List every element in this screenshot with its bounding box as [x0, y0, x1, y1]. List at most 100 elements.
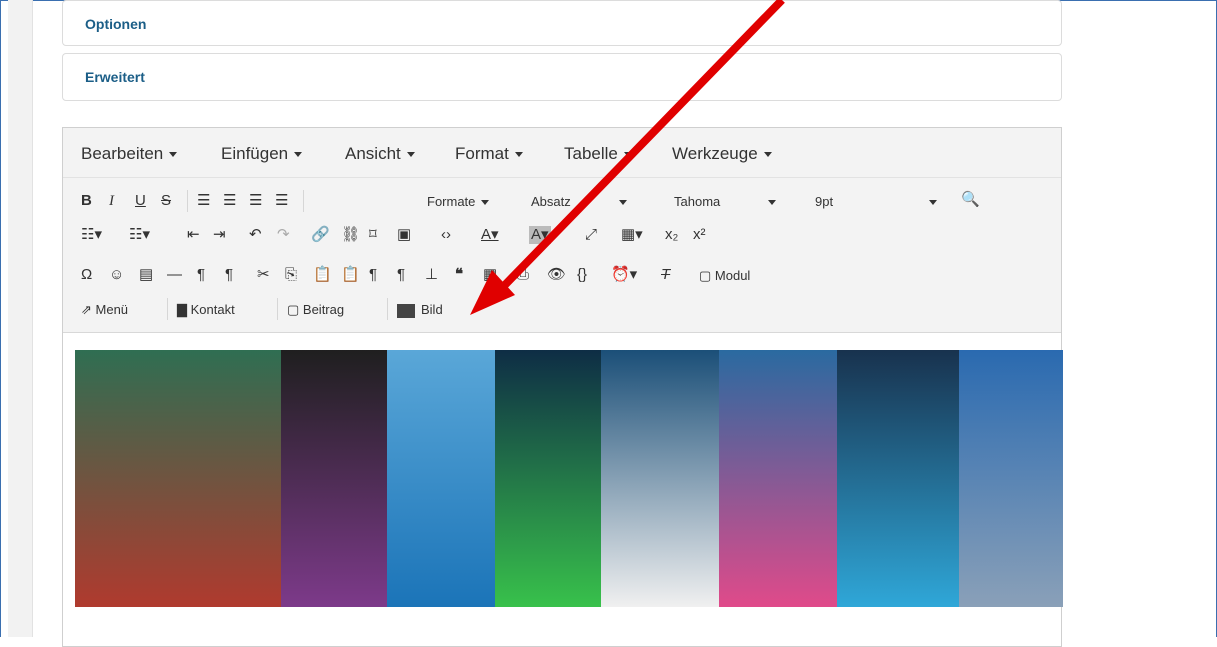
toolbar-separator	[277, 298, 278, 320]
template-icon[interactable]: ▦	[483, 266, 497, 284]
menu-format[interactable]: Format	[455, 144, 523, 164]
chevron-down-icon	[763, 152, 772, 158]
paste-text-icon[interactable]: 📋	[341, 266, 360, 284]
panel-erweitert[interactable]: Erweitert	[62, 53, 1062, 101]
find-replace-icon[interactable]: 🔍	[961, 191, 980, 209]
menu-werkzeuge-label: Werkzeuge	[672, 144, 758, 163]
show-blocks-icon[interactable]: ¶	[369, 266, 377, 284]
align-center-icon[interactable]: ☰	[223, 192, 236, 210]
text-color-icon[interactable]: A▾	[481, 226, 499, 244]
rtl-icon[interactable]: ¶	[225, 266, 233, 284]
print-icon[interactable]: ⎙	[517, 266, 529, 284]
font-dropdown[interactable]: Tahoma	[674, 193, 777, 211]
formats-dropdown[interactable]: Formate	[427, 193, 490, 211]
photo-strip	[387, 350, 495, 607]
link-icon[interactable]: 🔗	[311, 226, 330, 244]
subscript-icon[interactable]: x₂	[665, 226, 678, 244]
undo-icon[interactable]: ↶	[249, 226, 262, 244]
bookmark-icon[interactable]: ⌑	[369, 226, 377, 244]
chevron-down-icon	[169, 152, 178, 158]
document-plus-icon: ▢	[699, 268, 715, 283]
panel-optionen-label[interactable]: Optionen	[85, 16, 146, 32]
photo-strip	[281, 350, 387, 607]
menu-werkzeuge[interactable]: Werkzeuge	[672, 144, 772, 164]
align-right-icon[interactable]: ☰	[249, 192, 262, 210]
image-button[interactable]: Bild	[397, 302, 443, 318]
special-char-icon[interactable]: Ω	[81, 266, 92, 284]
paste-icon[interactable]: 📋	[313, 266, 332, 284]
unlink-icon[interactable]: ⛓	[341, 226, 360, 244]
superscript-icon[interactable]: x²	[693, 226, 706, 244]
numbered-list-icon[interactable]: ☷▾	[129, 226, 150, 244]
menu-tabelle[interactable]: Tabelle	[564, 144, 632, 164]
redo-icon[interactable]: ↷	[277, 226, 290, 244]
chevron-down-icon	[294, 152, 303, 158]
cut-icon[interactable]: ✂	[257, 266, 270, 284]
chevron-down-icon	[618, 200, 627, 206]
menu-ansicht[interactable]: Ansicht	[345, 144, 415, 164]
article-button[interactable]: ▢ Beitrag	[287, 302, 344, 318]
size-dropdown[interactable]: 9pt	[815, 193, 938, 211]
contact-card-icon: ▇	[177, 302, 191, 317]
photo-strip	[837, 350, 959, 607]
underline-icon[interactable]: U	[135, 192, 146, 210]
toolbar-separator	[387, 298, 388, 320]
menu-ansicht-label: Ansicht	[345, 144, 401, 163]
photo-strip	[495, 350, 601, 607]
bold-icon[interactable]: B	[81, 192, 92, 210]
module-button[interactable]: ▢ Modul	[699, 267, 750, 285]
photo-strip	[75, 350, 281, 607]
menu-bearbeiten-label: Bearbeiten	[81, 144, 164, 163]
table-icon[interactable]: ▦▾	[621, 226, 643, 244]
indent-icon[interactable]: ⇥	[213, 226, 226, 244]
chevron-down-icon	[768, 200, 777, 206]
image-button-label: Bild	[421, 302, 443, 317]
content-image-collage[interactable]	[75, 350, 1063, 607]
menu-format-label: Format	[455, 144, 509, 163]
media-icon[interactable]: ▤	[139, 266, 153, 284]
module-button-label: Modul	[714, 268, 751, 283]
insert-below-icon[interactable]: ⊥	[425, 266, 438, 284]
document-plus-icon: ▢	[287, 302, 303, 317]
outdent-icon[interactable]: ⇤	[187, 226, 200, 244]
size-dropdown-label: 9pt	[815, 194, 834, 209]
toolbar-separator	[187, 190, 188, 212]
menu-einfuegen[interactable]: Einfügen	[221, 144, 303, 164]
horizontal-rule-icon[interactable]: —	[167, 266, 182, 284]
emoticons-icon[interactable]: ☺	[109, 266, 124, 284]
source-code-icon[interactable]: {}	[577, 266, 587, 284]
paragraph-dropdown[interactable]: Absatz	[531, 193, 627, 211]
contact-button-label: Kontakt	[190, 302, 235, 317]
ltr-icon[interactable]: ¶	[197, 266, 205, 284]
menu-button[interactable]: ⇗ Menü	[81, 302, 128, 318]
font-dropdown-label: Tahoma	[674, 194, 721, 209]
article-button-label: Beitrag	[302, 302, 345, 317]
menu-bearbeiten[interactable]: Bearbeiten	[81, 144, 178, 164]
background-color-icon[interactable]: A▾	[529, 226, 551, 244]
visual-chars-icon[interactable]: ¶	[397, 266, 405, 284]
share-icon: ⇗	[81, 302, 96, 317]
chevron-down-icon	[929, 200, 938, 206]
code-icon[interactable]: ‹›	[441, 226, 451, 244]
clear-formatting-icon[interactable]: T	[661, 266, 670, 284]
toolbar-separator	[167, 298, 168, 320]
italic-icon[interactable]: I	[109, 192, 114, 210]
rich-text-editor: Bearbeiten Einfügen Ansicht Format Tabel…	[62, 127, 1063, 647]
preview-icon[interactable]: 👁	[547, 266, 566, 284]
image-icon[interactable]: ▣	[397, 226, 411, 244]
panel-optionen[interactable]: Optionen	[62, 0, 1062, 46]
panel-erweitert-label[interactable]: Erweitert	[85, 69, 145, 85]
bullet-list-icon[interactable]: ☷▾	[81, 226, 102, 244]
contact-button[interactable]: ▇ Kontakt	[177, 302, 235, 318]
chevron-down-icon	[514, 152, 523, 158]
copy-icon[interactable]: ⎘	[285, 266, 297, 284]
editor-menubar: Bearbeiten Einfügen Ansicht Format Tabel…	[63, 128, 1061, 178]
strikethrough-icon[interactable]: S	[161, 192, 171, 210]
align-left-icon[interactable]: ☰	[197, 192, 210, 210]
insert-datetime-icon[interactable]: ⏰▾	[611, 266, 637, 284]
chevron-down-icon	[406, 152, 415, 158]
blockquote-icon[interactable]: ❝	[455, 266, 463, 284]
fullscreen-icon[interactable]: ⤢	[585, 226, 597, 244]
align-justify-icon[interactable]: ☰	[275, 192, 288, 210]
editor-toolbar: B I U S ☰ ☰ ☰ ☰ Formate Absatz Tahoma 9p…	[63, 178, 1061, 333]
